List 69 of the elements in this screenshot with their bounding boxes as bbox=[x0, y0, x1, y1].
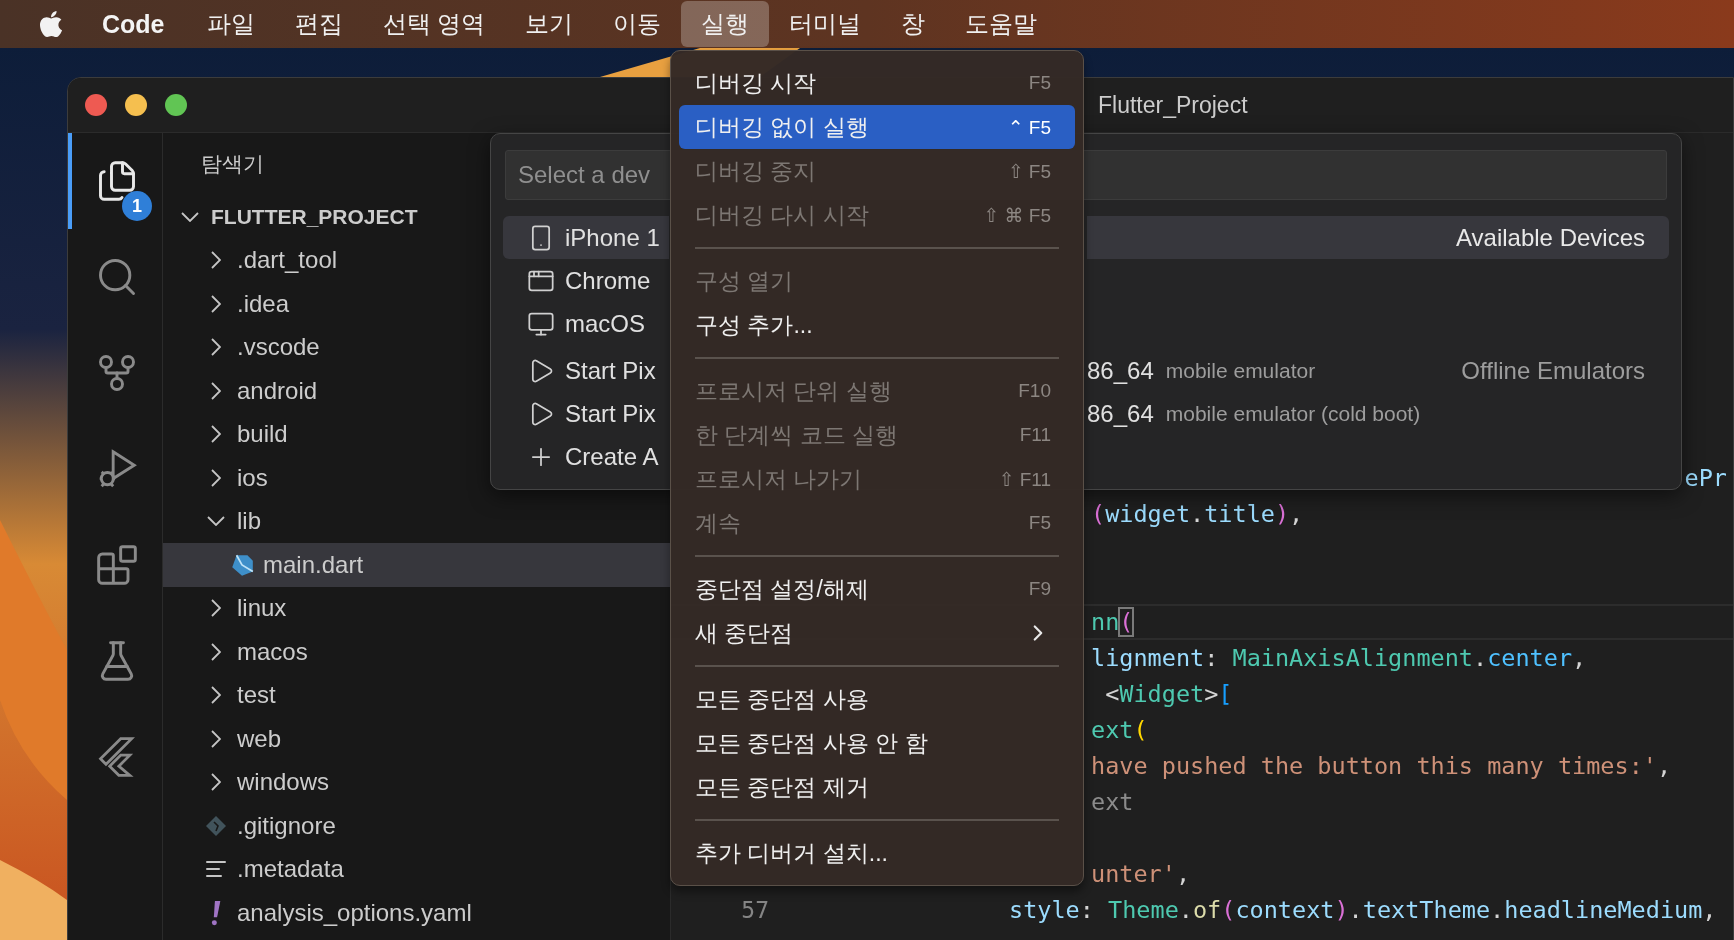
device-option[interactable]: Start Pix bbox=[503, 349, 669, 392]
code-line: <Widget>[ bbox=[1104, 680, 1233, 708]
extensions-icon[interactable] bbox=[95, 543, 139, 587]
code-line: unter', bbox=[1091, 860, 1191, 888]
device-option[interactable]: iPhone 1 bbox=[503, 216, 669, 259]
app-name[interactable]: Code bbox=[102, 9, 165, 39]
tree-item[interactable]: .idea bbox=[163, 282, 302, 326]
tree-item[interactable]: .vscode bbox=[163, 325, 332, 369]
menu-item[interactable]: 새 중단점 bbox=[679, 611, 1075, 655]
menu-item[interactable]: 모든 중단점 사용 안 함 bbox=[679, 721, 1075, 765]
menu-bar-item[interactable]: 도움말 bbox=[945, 1, 1058, 47]
device-option[interactable]: Start Pix bbox=[503, 392, 669, 435]
exclamation-icon bbox=[209, 899, 223, 926]
device-option[interactable]: Chrome bbox=[503, 259, 669, 302]
menu-bar-item[interactable]: 보기 bbox=[505, 1, 594, 47]
tree-item[interactable]: lib bbox=[163, 499, 273, 543]
code-line: have pushed the button this many times:', bbox=[1091, 752, 1672, 780]
close-button[interactable] bbox=[85, 94, 107, 116]
tree-item[interactable]: .gitignore bbox=[163, 804, 348, 848]
menu-bar-item[interactable]: 파일 bbox=[186, 1, 275, 47]
tree-item[interactable]: test bbox=[163, 673, 288, 717]
activity-bar-item[interactable]: 1 bbox=[68, 133, 162, 229]
tree-item[interactable]: analysis_options.yaml bbox=[163, 891, 484, 935]
zoom-button[interactable] bbox=[165, 94, 187, 116]
code-line: ext bbox=[1091, 788, 1134, 816]
device-description: mobile emulator bbox=[1165, 358, 1316, 383]
tree-item[interactable]: windows bbox=[163, 760, 342, 804]
menu-bar-item[interactable]: 터미널 bbox=[769, 1, 882, 47]
menu-item[interactable]: 디버깅 시작 F5 bbox=[679, 61, 1075, 105]
menu-bar-item[interactable]: 창 bbox=[881, 1, 946, 47]
tree-item[interactable]: .dart_tool bbox=[163, 238, 350, 282]
line-number: 57 bbox=[741, 897, 769, 923]
sidebar-title: 탐색기 bbox=[201, 151, 264, 177]
device-name-end: 86_64 bbox=[1087, 356, 1154, 385]
group-label: Offline Emulators bbox=[1461, 356, 1645, 385]
menu-item[interactable]: 추가 디버거 설치... bbox=[679, 831, 1075, 875]
menu-item[interactable]: 중단점 설정/해제 F9 bbox=[679, 567, 1075, 611]
tree-item[interactable]: macos bbox=[163, 630, 320, 674]
device-option[interactable]: macOS bbox=[503, 302, 669, 345]
tree-item[interactable]: main.dart bbox=[163, 543, 670, 587]
code-line: nn( bbox=[1091, 608, 1134, 636]
device-name-end: 86_64 bbox=[1087, 399, 1154, 428]
tree-item[interactable]: FLUTTER_PROJECT bbox=[163, 195, 430, 239]
menu-bar-item[interactable]: 이동 bbox=[593, 1, 682, 47]
count-badge: 1 bbox=[122, 191, 152, 221]
tree-item[interactable]: linux bbox=[163, 586, 299, 630]
menu-bar-item[interactable]: 선택 영역 bbox=[362, 1, 506, 47]
code-line: style: Theme.of(context).textTheme.headlineMedium, bbox=[1009, 896, 1717, 924]
tree-item[interactable]: .metadata bbox=[163, 847, 356, 891]
tree-item[interactable]: ios bbox=[163, 456, 280, 500]
menu-item[interactable]: 모든 중단점 제거 bbox=[679, 765, 1075, 809]
device-description: mobile emulator (cold boot) bbox=[1165, 401, 1421, 426]
code-line: lignment: MainAxisAlignment.center, bbox=[1091, 644, 1587, 672]
git-icon bbox=[204, 813, 228, 838]
window-title: Flutter_Project bbox=[1098, 91, 1248, 119]
menu-bar-item[interactable]: 편집 bbox=[274, 1, 363, 47]
menu-bar-item[interactable]: 실행 bbox=[681, 1, 770, 47]
device-option[interactable]: Create A bbox=[503, 435, 669, 478]
tree-item[interactable]: build bbox=[163, 412, 300, 456]
tree-item[interactable]: android bbox=[163, 369, 330, 413]
tree-item[interactable]: web bbox=[163, 717, 294, 761]
code-line: (widget.title), bbox=[1091, 500, 1304, 528]
code-line: ePr bbox=[1684, 464, 1727, 492]
menu-item[interactable]: 디버깅 없이 실행 ⌃ F5 bbox=[679, 105, 1075, 149]
code-line: ext( bbox=[1091, 716, 1148, 744]
menu-item[interactable]: 모든 중단점 사용 bbox=[679, 677, 1075, 721]
group-label: Available Devices bbox=[1456, 223, 1645, 252]
menu-item[interactable]: 구성 추가... bbox=[679, 303, 1075, 347]
minimize-button[interactable] bbox=[125, 94, 147, 116]
